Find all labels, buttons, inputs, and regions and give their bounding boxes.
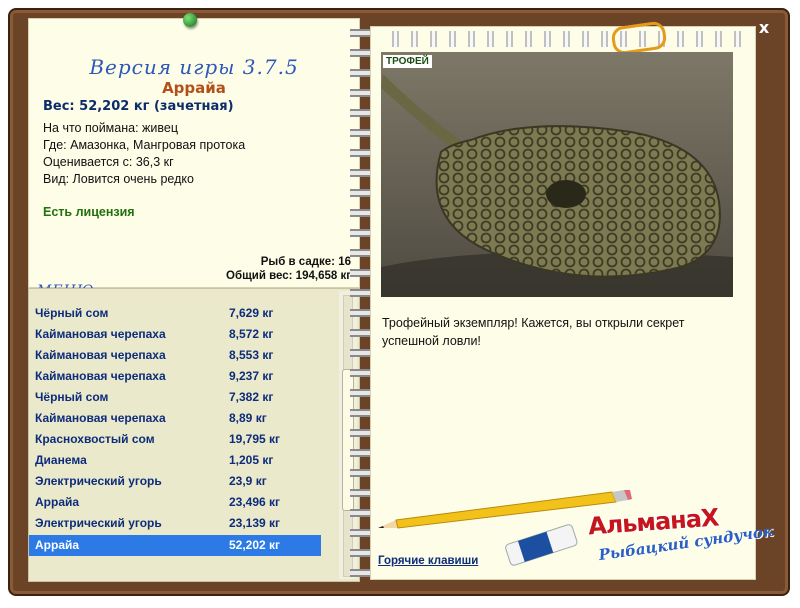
catch-name: Каймановая черепаха [35, 327, 166, 341]
catch-weight: 23,139 кг [229, 516, 281, 530]
catch-weight: 19,795 кг [229, 432, 281, 446]
catch-row[interactable]: Каймановая черепаха 8,89 кг [29, 408, 321, 429]
catch-name: Чёрный сом [35, 306, 109, 320]
fish-info-page: Версия игры 3.7.5 Аррайа Вес: 52,202 кг … [28, 18, 360, 301]
eraser-icon [505, 524, 578, 566]
license-status: Есть лицензия [43, 205, 135, 219]
catch-row[interactable]: Краснохвостый сом 19,795 кг [29, 429, 321, 450]
catch-weight: 7,382 кг [229, 390, 274, 404]
cage-count: Рыб в садке: 16 [260, 256, 351, 268]
catch-row[interactable]: Каймановая черепаха 8,553 кг [29, 345, 321, 366]
catch-weight: 9,237 кг [229, 369, 274, 383]
hotkeys-link[interactable]: Горячие клавиши [378, 555, 478, 567]
catch-name: Каймановая черепаха [35, 348, 166, 362]
catch-name: Электрический угорь [35, 474, 162, 488]
catch-name: Дианема [35, 453, 87, 467]
catch-row-selected[interactable]: Аррайа 52,202 кг [29, 535, 321, 556]
catch-weight: 23,496 кг [229, 495, 281, 509]
trophy-photo-frame: ТРОФЕЙ [381, 52, 733, 297]
detail-bait: На что поймана: живец [43, 121, 178, 135]
fish-weight: Вес: 52,202 кг (зачетная) [43, 99, 234, 114]
catch-row[interactable]: Каймановая черепаха 9,237 кг [29, 366, 321, 387]
stingray-photo [381, 52, 733, 297]
detail-rarity: Вид: Ловится очень редко [43, 172, 194, 186]
catch-row[interactable]: Чёрный сом 7,382 кг [29, 387, 321, 408]
push-pin-icon [183, 13, 197, 27]
game-version: Версия игры 3.7.5 [89, 55, 299, 79]
catch-row[interactable]: Электрический угорь 23,9 кг [29, 471, 321, 492]
trophy-label: ТРОФЕЙ [383, 55, 432, 68]
trophy-description: Трофейный экземпляр! Кажется, вы открыли… [382, 316, 685, 348]
catch-row[interactable]: Дианема 1,205 кг [29, 450, 321, 471]
catch-weight: 52,202 кг [229, 538, 281, 552]
catch-row[interactable]: Каймановая черепаха 8,572 кг [29, 324, 321, 345]
detail-threshold: Оценивается с: 36,3 кг [43, 155, 174, 169]
catch-row[interactable]: Чёрный сом 7,629 кг [29, 303, 321, 324]
fish-name: Аррайа [162, 79, 226, 97]
catch-weight: 8,572 кг [229, 327, 274, 341]
catch-name: Электрический угорь [35, 516, 162, 530]
catch-weight: 23,9 кг [229, 474, 267, 488]
total-weight: Общий вес: 194,658 кг [226, 270, 351, 282]
catch-name: Краснохвостый сом [35, 432, 155, 446]
catch-name: Каймановая черепаха [35, 411, 166, 425]
close-button[interactable]: x [754, 18, 774, 38]
catch-name: Аррайа [35, 538, 80, 552]
detail-location: Где: Амазонка, Мангровая протока [43, 138, 246, 152]
binder-rings [350, 20, 372, 580]
catch-weight: 8,89 кг [229, 411, 267, 425]
catch-name: Аррайа [35, 495, 80, 509]
catch-name: Чёрный сом [35, 390, 109, 404]
catch-list[interactable]: Чёрный сом 7,629 кг Каймановая черепаха 8,… [28, 288, 360, 582]
cage-summary: Рыб в садке: 16 Общий вес: 194,658 кг [226, 255, 351, 283]
catch-weight: 1,205 кг [229, 453, 274, 467]
catch-weight: 7,629 кг [229, 306, 274, 320]
catch-row[interactable]: Электрический угорь 23,139 кг [29, 513, 321, 534]
fish-details: На что поймана: живец Где: Амазонка, Ман… [43, 120, 245, 188]
catch-weight: 8,553 кг [229, 348, 274, 362]
spiral-binding [384, 31, 744, 47]
catch-row[interactable]: Аррайа 23,496 кг [29, 492, 321, 513]
catch-name: Каймановая черепаха [35, 369, 166, 383]
